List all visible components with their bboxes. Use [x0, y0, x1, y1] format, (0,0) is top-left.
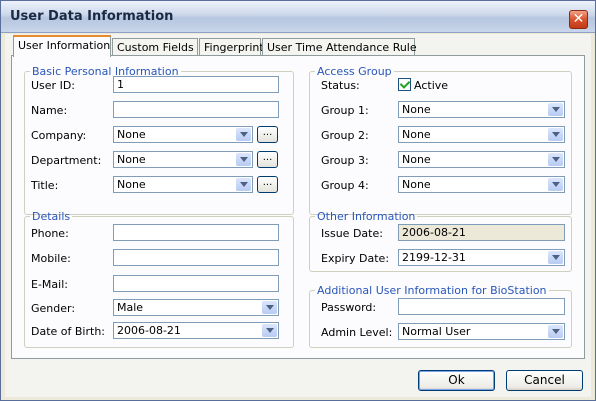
access-group-legend: Access Group	[317, 65, 392, 78]
user-information-panel: Basic Personal Information User ID: 1 Na…	[11, 55, 585, 359]
dob-picker[interactable]: 2006-08-21	[113, 322, 279, 339]
department-select[interactable]: None	[113, 151, 253, 168]
user-id-label: User ID:	[31, 79, 75, 92]
window-title: User Data Information	[10, 9, 174, 24]
email-label: E-Mail:	[31, 278, 68, 291]
chevron-down-icon[interactable]	[548, 103, 563, 116]
department-browse-button[interactable]: ...	[257, 151, 278, 168]
chevron-down-icon[interactable]	[548, 251, 563, 264]
company-select[interactable]: None	[113, 126, 253, 143]
gender-select[interactable]: Male	[113, 299, 279, 316]
user-id-input[interactable]: 1	[113, 76, 279, 93]
department-label: Department:	[31, 154, 102, 167]
issue-date-label: Issue Date:	[321, 227, 383, 240]
mobile-label: Mobile:	[31, 252, 71, 265]
user-data-window: User Data Information ✕ User Information…	[0, 0, 596, 401]
tab-user-information[interactable]: User Information	[13, 35, 111, 57]
title-value: None	[117, 178, 146, 191]
password-input[interactable]	[398, 298, 565, 315]
admin-level-select[interactable]: Normal User	[398, 323, 565, 340]
title-label: Title:	[31, 179, 59, 192]
tab-label: Custom Fields	[117, 41, 194, 54]
admin-level-label: Admin Level:	[321, 326, 393, 339]
chevron-down-icon[interactable]	[236, 153, 251, 166]
chevron-down-icon[interactable]	[548, 128, 563, 141]
chevron-down-icon[interactable]	[236, 178, 251, 191]
name-label: Name:	[31, 104, 68, 117]
issue-date-field: 2006-08-21	[398, 224, 565, 241]
title-bar[interactable]: User Data Information ✕	[1, 1, 595, 33]
company-browse-button[interactable]: ...	[257, 126, 278, 143]
tab-label: User Information	[18, 39, 111, 52]
close-button[interactable]: ✕	[569, 10, 588, 29]
title-browse-button[interactable]: ...	[257, 176, 278, 193]
tab-label: User Time Attendance Rule	[267, 41, 417, 54]
chevron-down-icon[interactable]	[262, 301, 277, 314]
group3-label: Group 3:	[321, 154, 369, 167]
active-checkbox-label: Active	[414, 79, 449, 92]
mobile-input[interactable]	[113, 249, 279, 266]
chevron-down-icon[interactable]	[548, 153, 563, 166]
group4-value: None	[402, 178, 431, 191]
expiry-date-label: Expiry Date:	[321, 252, 390, 265]
group2-value: None	[402, 128, 431, 141]
dob-label: Date of Birth:	[31, 325, 106, 338]
gender-label: Gender:	[31, 302, 76, 315]
tab-label: Fingerprint	[204, 41, 264, 54]
group1-value: None	[402, 103, 431, 116]
ok-button[interactable]: Ok	[418, 370, 495, 391]
chevron-down-icon[interactable]	[262, 324, 277, 337]
dialog-body: User Information Custom Fields Fingerpri…	[5, 34, 591, 397]
company-value: None	[117, 128, 146, 141]
close-icon: ✕	[572, 11, 585, 27]
gender-value: Male	[117, 301, 144, 314]
group4-select[interactable]: None	[398, 176, 565, 193]
group2-select[interactable]: None	[398, 126, 565, 143]
company-label: Company:	[31, 129, 87, 142]
group3-value: None	[402, 153, 431, 166]
admin-level-value: Normal User	[402, 325, 471, 338]
group2-label: Group 2:	[321, 129, 369, 142]
status-label: Status:	[321, 79, 360, 92]
group1-label: Group 1:	[321, 104, 369, 117]
group4-label: Group 4:	[321, 179, 369, 192]
department-value: None	[117, 153, 146, 166]
expiry-date-value: 2199-12-31	[402, 251, 466, 264]
chevron-down-icon[interactable]	[548, 178, 563, 191]
email-input[interactable]	[113, 275, 279, 292]
cancel-button[interactable]: Cancel	[506, 370, 583, 391]
chevron-down-icon[interactable]	[236, 128, 251, 141]
active-checkbox[interactable]	[398, 78, 411, 91]
phone-input[interactable]	[113, 224, 279, 241]
group3-select[interactable]: None	[398, 151, 565, 168]
group1-select[interactable]: None	[398, 101, 565, 118]
phone-label: Phone:	[31, 227, 69, 240]
chevron-down-icon[interactable]	[548, 325, 563, 338]
name-input[interactable]	[113, 101, 279, 118]
password-label: Password:	[321, 301, 377, 314]
expiry-date-picker[interactable]: 2199-12-31	[398, 249, 565, 266]
details-legend: Details	[32, 210, 71, 223]
dob-value: 2006-08-21	[117, 324, 181, 337]
other-info-legend: Other Information	[317, 210, 416, 223]
title-select[interactable]: None	[113, 176, 253, 193]
biostation-legend: Additional User Information for BioStati…	[317, 284, 547, 297]
